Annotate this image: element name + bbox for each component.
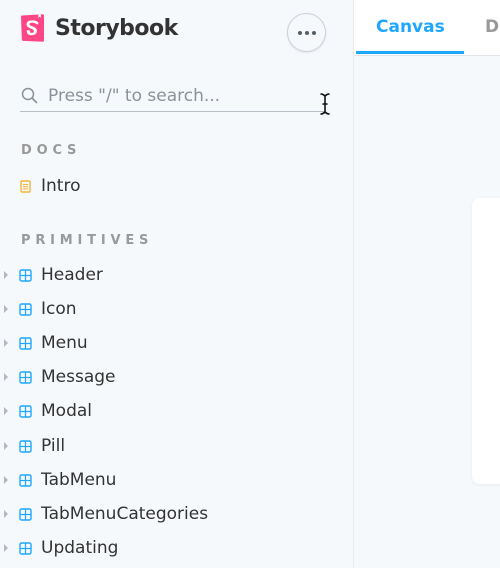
brand[interactable]: Storybook [20,13,178,43]
more-options-button[interactable] [287,13,326,52]
sidebar-item-label: Menu [41,333,88,353]
sidebar-item-menu[interactable]: Menu [0,328,340,358]
expand-arrow-icon [4,442,8,450]
toolbar: Canvas D [354,0,500,56]
component-icon [19,439,32,453]
component-icon [19,541,32,555]
sidebar-item-message[interactable]: Message [0,362,340,392]
expand-arrow-icon [4,339,8,347]
component-icon [19,336,32,350]
sidebar-item-label: Icon [41,299,77,319]
canvas-area [354,56,500,568]
sidebar-item-label: TabMenu [41,470,117,490]
component-icon [19,404,32,418]
component-icon [19,507,32,521]
sidebar: Storybook DOCS Intro PRIMITIVES Header [0,0,354,568]
sidebar-item-icon[interactable]: Icon [0,294,340,324]
ellipsis-dot [304,30,309,35]
sidebar-item-tabmenucategories[interactable]: TabMenuCategories [0,499,340,529]
storybook-logo-icon [20,14,44,42]
ellipsis-dot [311,30,316,35]
sidebar-item-label: TabMenuCategories [41,504,209,524]
sidebar-item-modal[interactable]: Modal [0,396,340,426]
sidebar-item-updating[interactable]: Updating [0,533,340,563]
section-heading-primitives: PRIMITIVES [21,233,154,248]
expand-arrow-icon [4,407,8,415]
app-title: Storybook [55,15,178,41]
search-bar [20,80,325,112]
component-icon [19,268,32,282]
expand-arrow-icon [4,476,8,484]
ellipsis-icon [297,30,302,35]
sidebar-item-label: Message [41,367,116,387]
sidebar-item-tabmenu[interactable]: TabMenu [0,465,340,495]
text-cursor-icon [320,93,330,115]
expand-arrow-icon [4,271,8,279]
expand-arrow-icon [4,510,8,518]
sidebar-item-label: Pill [41,436,66,456]
component-icon [19,370,32,384]
expand-arrow-icon [4,373,8,381]
component-icon [19,473,32,487]
sidebar-item-label: Header [41,265,103,285]
tab-canvas[interactable]: Canvas [376,17,445,37]
sidebar-item-header[interactable]: Header [0,260,340,290]
sidebar-item-pill[interactable]: Pill [0,431,340,461]
tab-docs[interactable]: D [485,17,499,37]
document-icon [20,179,31,193]
search-icon [21,87,38,103]
sidebar-item-intro[interactable]: Intro [0,171,340,201]
sidebar-item-label: Updating [41,538,119,558]
section-heading-docs: DOCS [21,143,82,158]
story-preview-frame [472,198,500,484]
search-input[interactable] [48,85,308,106]
expand-arrow-icon [4,544,8,552]
expand-arrow-icon [4,305,8,313]
main-panel: Canvas D [354,0,500,568]
sidebar-item-label: Intro [41,176,81,196]
sidebar-item-label: Modal [41,401,92,421]
active-tab-indicator [356,51,464,54]
component-icon [19,302,32,316]
